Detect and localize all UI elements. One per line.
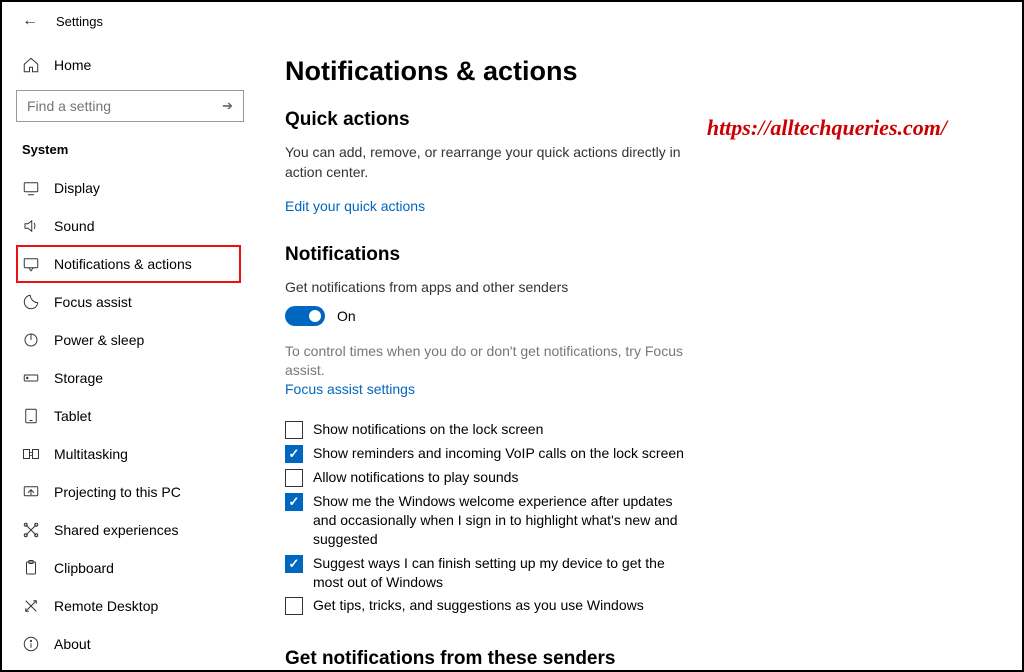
sidebar-item-sound[interactable]: Sound xyxy=(16,207,241,245)
checkbox-row-2: Allow notifications to play sounds xyxy=(285,468,685,487)
focus-icon xyxy=(22,293,40,311)
notifications-toggle[interactable] xyxy=(285,306,325,326)
sidebar-item-label: Shared experiences xyxy=(54,522,179,538)
sidebar-item-storage[interactable]: Storage xyxy=(16,359,241,397)
projecting-icon xyxy=(22,483,40,501)
checkbox-3[interactable] xyxy=(285,493,303,511)
display-icon xyxy=(22,179,40,197)
search-input[interactable] xyxy=(27,98,207,114)
notifications-toggle-desc: Get notifications from apps and other se… xyxy=(285,278,705,298)
sidebar-item-label: Projecting to this PC xyxy=(54,484,181,500)
sound-icon xyxy=(22,217,40,235)
sidebar-item-label: Tablet xyxy=(54,408,91,424)
sidebar-item-power[interactable]: Power & sleep xyxy=(16,321,241,359)
edit-quick-actions-link[interactable]: Edit your quick actions xyxy=(285,198,425,214)
sidebar-item-label: Sound xyxy=(54,218,94,234)
home-nav[interactable]: Home xyxy=(16,50,241,80)
tablet-icon xyxy=(22,407,40,425)
toggle-state-label: On xyxy=(337,308,356,324)
sidebar-item-label: Remote Desktop xyxy=(54,598,158,614)
sidebar-item-label: Clipboard xyxy=(54,560,114,576)
sidebar-item-focus[interactable]: Focus assist xyxy=(16,283,241,321)
home-label: Home xyxy=(54,57,91,73)
clipboard-icon xyxy=(22,559,40,577)
checkbox-label-1: Show reminders and incoming VoIP calls o… xyxy=(313,444,684,463)
checkbox-5[interactable] xyxy=(285,597,303,615)
sidebar-item-notifications[interactable]: Notifications & actions xyxy=(16,245,241,283)
checkbox-row-1: Show reminders and incoming VoIP calls o… xyxy=(285,444,685,463)
sidebar-item-multitasking[interactable]: Multitasking xyxy=(16,435,241,473)
sidebar-item-label: Multitasking xyxy=(54,446,128,462)
sidebar: Home ➔ System Display Sound Notifications … xyxy=(2,40,255,668)
sidebar-item-label: Storage xyxy=(54,370,103,386)
checkbox-label-3: Show me the Windows welcome experience a… xyxy=(313,492,685,549)
focus-assist-hint: To control times when you do or don't ge… xyxy=(285,342,705,381)
remote-icon xyxy=(22,597,40,615)
storage-icon xyxy=(22,369,40,387)
checkbox-0[interactable] xyxy=(285,421,303,439)
main-content: https://alltechqueries.com/ Notification… xyxy=(255,40,1022,668)
checkbox-row-3: Show me the Windows welcome experience a… xyxy=(285,492,685,549)
quick-actions-desc: You can add, remove, or rearrange your q… xyxy=(285,143,705,182)
search-box[interactable]: ➔ xyxy=(16,90,244,122)
checkbox-label-4: Suggest ways I can finish setting up my … xyxy=(313,554,685,592)
checkbox-row-5: Get tips, tricks, and suggestions as you… xyxy=(285,596,685,615)
window-title: Settings xyxy=(56,14,103,29)
checkbox-row-0: Show notifications on the lock screen xyxy=(285,420,685,439)
sidebar-item-shared[interactable]: Shared experiences xyxy=(16,511,241,549)
back-arrow-icon[interactable]: ← xyxy=(22,12,38,30)
checkbox-4[interactable] xyxy=(285,555,303,573)
sidebar-item-label: Power & sleep xyxy=(54,332,144,348)
sidebar-item-remote[interactable]: Remote Desktop xyxy=(16,587,241,625)
power-icon xyxy=(22,331,40,349)
checkbox-2[interactable] xyxy=(285,469,303,487)
notifications-icon xyxy=(22,255,40,273)
home-icon xyxy=(22,56,40,74)
checkbox-label-0: Show notifications on the lock screen xyxy=(313,420,543,439)
search-icon: ➔ xyxy=(222,98,233,114)
checkbox-label-5: Get tips, tricks, and suggestions as you… xyxy=(313,596,644,615)
about-icon xyxy=(22,635,40,653)
checkbox-row-4: Suggest ways I can finish setting up my … xyxy=(285,554,685,592)
senders-title: Get notifications from these senders xyxy=(285,648,972,668)
checkbox-label-2: Allow notifications to play sounds xyxy=(313,468,518,487)
focus-assist-link[interactable]: Focus assist settings xyxy=(285,381,415,397)
page-heading: Notifications & actions xyxy=(285,56,972,87)
shared-icon xyxy=(22,521,40,539)
sidebar-item-clipboard[interactable]: Clipboard xyxy=(16,549,241,587)
checkbox-1[interactable] xyxy=(285,445,303,463)
sidebar-item-label: About xyxy=(54,636,91,652)
sidebar-item-display[interactable]: Display xyxy=(16,169,241,207)
sidebar-item-about[interactable]: About xyxy=(16,625,241,663)
notifications-title: Notifications xyxy=(285,244,972,266)
sidebar-item-label: Notifications & actions xyxy=(54,256,192,272)
sidebar-item-label: Focus assist xyxy=(54,294,132,310)
section-title: System xyxy=(16,142,241,157)
sidebar-item-label: Display xyxy=(54,180,100,196)
sidebar-item-projecting[interactable]: Projecting to this PC xyxy=(16,473,241,511)
sidebar-item-tablet[interactable]: Tablet xyxy=(16,397,241,435)
watermark: https://alltechqueries.com/ xyxy=(707,115,947,141)
multitasking-icon xyxy=(22,445,40,463)
